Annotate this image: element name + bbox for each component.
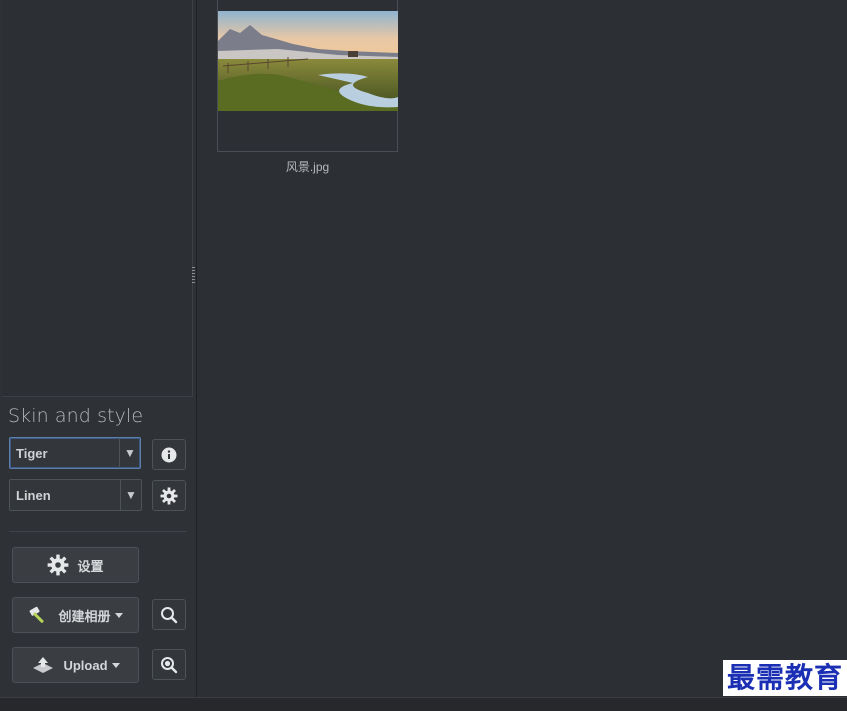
upload-button[interactable]: Upload: [12, 647, 139, 683]
folder-tree-area[interactable]: [2, 0, 193, 397]
skin-select-value: Tiger: [16, 446, 48, 461]
chevron-down-icon[interactable]: ▼: [119, 438, 140, 468]
left-panel: Skin and style Tiger ▼ Linen ▼ 设置 创建相册 U…: [0, 0, 197, 697]
skin-select[interactable]: Tiger ▼: [9, 437, 141, 469]
settings-button-label: 设置: [77, 558, 104, 574]
search-button[interactable]: [152, 599, 186, 630]
status-bar: [0, 697, 847, 711]
upload-button-label: Upload: [63, 657, 108, 673]
create-album-button-label: 创建相册: [58, 608, 111, 624]
style-select[interactable]: Linen ▼: [9, 479, 142, 511]
gear-icon: [160, 487, 178, 504]
info-icon: [161, 447, 177, 462]
chevron-down-icon: [111, 662, 120, 668]
skin-and-style-heading: Skin and style: [8, 405, 144, 427]
watermark-logo: 最需教育: [723, 660, 847, 696]
style-select-value: Linen: [16, 488, 51, 503]
skin-info-button[interactable]: [152, 439, 186, 470]
thumbnail-caption: 风景.jpg: [285, 160, 330, 174]
chevron-down-icon: [114, 612, 123, 618]
upload-icon: [33, 657, 54, 673]
create-album-button[interactable]: 创建相册: [12, 597, 139, 633]
gear-icon: [48, 554, 69, 576]
landscape-thumbnail-image: [218, 11, 398, 111]
panel-splitter-handle[interactable]: [192, 265, 195, 283]
hammer-icon: [30, 606, 45, 623]
zoom-button[interactable]: [152, 649, 186, 680]
settings-button[interactable]: 设置: [12, 547, 139, 583]
zoom-icon: [161, 656, 178, 673]
search-icon: [161, 606, 178, 623]
gallery-thumbnail[interactable]: [217, 0, 398, 152]
style-settings-button[interactable]: [152, 480, 186, 511]
gallery-area: 风景.jpg: [197, 0, 847, 697]
chevron-down-icon[interactable]: ▼: [120, 480, 141, 510]
divider: [9, 531, 187, 532]
